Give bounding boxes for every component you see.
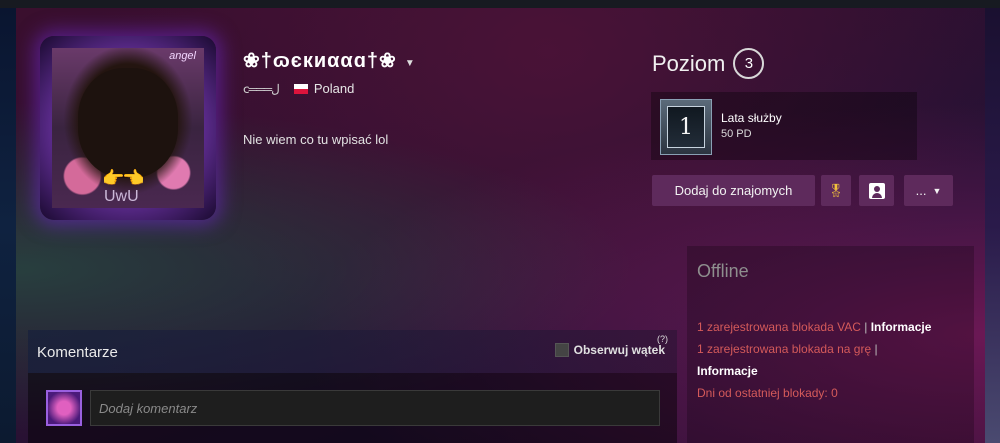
subscribe-checkbox[interactable] bbox=[554, 343, 569, 357]
favorite-badge[interactable]: 1 Lata służby 50 PD bbox=[651, 92, 917, 160]
game-info-line: Informacje bbox=[697, 360, 967, 382]
subscribe-label: Obserwuj wątek bbox=[573, 343, 665, 357]
online-status: Offline bbox=[697, 261, 749, 281]
avatar-face bbox=[78, 68, 178, 178]
game-ban-line: 1 zarejestrowana blokada na grę | bbox=[697, 338, 967, 360]
subscribe-thread[interactable]: Obserwuj wątek bbox=[554, 343, 665, 357]
separator: | bbox=[864, 320, 868, 334]
more-options-button[interactable]: ... ▼ bbox=[904, 175, 953, 206]
comments-area bbox=[28, 373, 677, 443]
comment-input[interactable] bbox=[90, 390, 660, 426]
years-of-service-badge-icon: 1 bbox=[660, 99, 712, 155]
vac-ban-line: 1 zarejestrowana blokada VAC | Informacj… bbox=[697, 316, 967, 338]
right-background-strip bbox=[985, 8, 1000, 443]
chevron-down-icon[interactable]: ▼ bbox=[405, 58, 415, 69]
status-panel: Offline 1 zarejestrowana blokada VAC | I… bbox=[687, 246, 974, 443]
real-name: ⅽ═══ل bbox=[243, 81, 281, 96]
profile-avatar[interactable]: angel 👉👈 UwU bbox=[52, 48, 204, 208]
ban-info: 1 zarejestrowana blokada VAC | Informacj… bbox=[697, 316, 967, 404]
profile-header: angel 👉👈 UwU ❀†ɷєкиααɑ†❀ ▼ ⅽ═══ل Poland … bbox=[16, 8, 985, 443]
days-since-ban: Dni od ostatniej blokady: 0 bbox=[697, 386, 838, 400]
location-row: ⅽ═══ل Poland bbox=[243, 81, 354, 96]
profile-summary: Nie wiem co tu wpisać lol bbox=[243, 132, 389, 147]
persona-name-row[interactable]: ❀†ɷєкиααɑ†❀ ▼ bbox=[243, 48, 415, 73]
avatar-caption: UwU bbox=[104, 188, 139, 205]
commenter-avatar bbox=[46, 390, 82, 426]
left-background-strip bbox=[0, 8, 16, 443]
badge-xp: 50 PD bbox=[721, 128, 752, 140]
send-message-button[interactable] bbox=[859, 175, 894, 206]
user-card-icon bbox=[868, 182, 885, 199]
help-link[interactable]: (?) bbox=[657, 334, 668, 344]
avatar-tag-text: angel bbox=[169, 50, 196, 62]
level-label: Poziom bbox=[652, 50, 726, 76]
vac-ban-text: 1 zarejestrowana blokada VAC bbox=[697, 320, 861, 334]
top-bar bbox=[0, 0, 1000, 8]
game-ban-info-link[interactable]: Informacje bbox=[697, 364, 758, 378]
pointing-hands-icon: 👉👈 bbox=[102, 168, 145, 188]
level-section: Poziom 3 bbox=[652, 48, 765, 79]
award-ribbon-icon: 🎖 bbox=[827, 182, 845, 198]
comments-title: Komentarze bbox=[37, 344, 118, 361]
vac-info-link[interactable]: Informacje bbox=[871, 320, 932, 334]
separator: | bbox=[874, 342, 878, 356]
award-button[interactable]: 🎖 bbox=[821, 175, 851, 206]
more-label: ... bbox=[915, 183, 927, 198]
chevron-down-icon: ▼ bbox=[932, 185, 942, 196]
add-friend-button[interactable]: Dodaj do znajomych bbox=[652, 175, 815, 206]
badge-title: Lata służby bbox=[721, 111, 782, 125]
poland-flag-icon bbox=[293, 83, 308, 94]
level-badge[interactable]: 3 bbox=[733, 48, 765, 79]
persona-name: ❀†ɷєкиααɑ†❀ bbox=[243, 50, 397, 72]
comments-header: Komentarze Obserwuj wątek (?) bbox=[28, 330, 677, 373]
avatar-frame: angel 👉👈 UwU bbox=[40, 36, 216, 220]
country-name: Poland bbox=[313, 81, 355, 96]
game-ban-text: 1 zarejestrowana blokada na grę bbox=[697, 342, 872, 356]
badge-number: 1 bbox=[667, 106, 705, 148]
